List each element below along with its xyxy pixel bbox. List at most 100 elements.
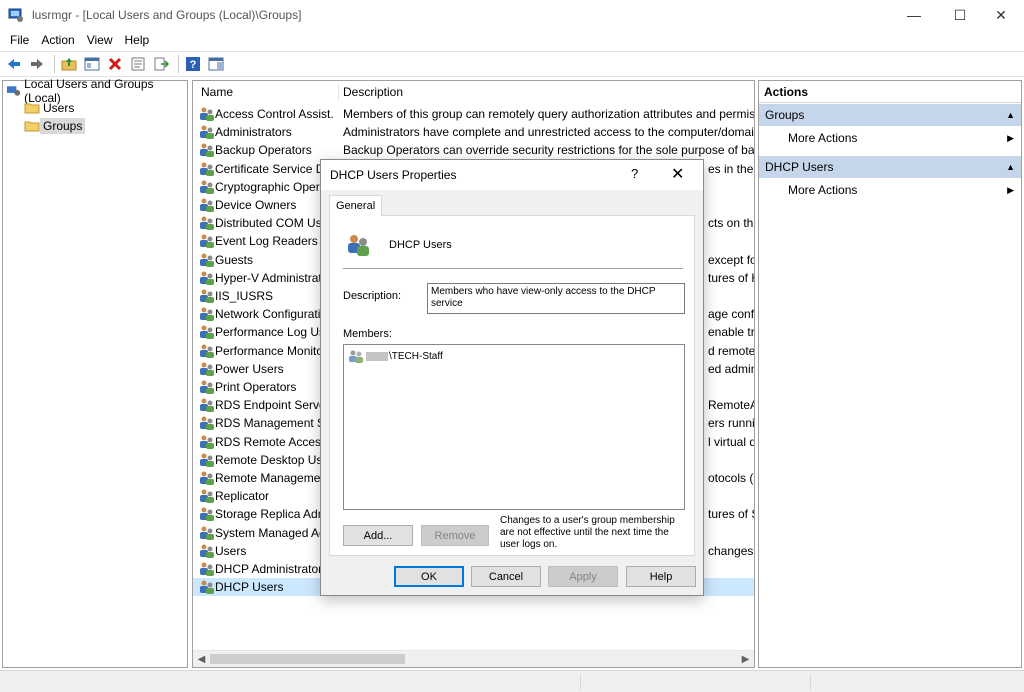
tree-root[interactable]: Local Users and Groups (Local) [6, 77, 187, 105]
dialog-help-button[interactable]: ? [631, 166, 638, 181]
menu-action[interactable]: Action [35, 33, 80, 47]
column-description-header[interactable]: Description [343, 85, 403, 99]
group-icon [200, 507, 214, 522]
row-name: Print Operators [215, 380, 297, 394]
members-label: Members: [343, 328, 392, 340]
horizontal-scrollbar[interactable]: ◀ ▶ [193, 650, 754, 667]
group-icon [200, 544, 214, 558]
group-icon [200, 453, 214, 467]
back-button[interactable] [4, 54, 24, 74]
more-actions-dhcp-users[interactable]: More Actions ▶ [759, 180, 1021, 200]
forward-button[interactable] [27, 54, 47, 74]
close-button[interactable]: ✕ [978, 0, 1024, 30]
table-row[interactable]: Backup Operators Backup Operators can ove… [193, 141, 754, 159]
group-icon [200, 562, 214, 576]
row-description: tures of St [708, 507, 754, 522]
folder-icon [24, 103, 40, 114]
properties-button[interactable] [128, 54, 148, 74]
scroll-left-icon[interactable]: ◀ [193, 651, 210, 667]
group-icon [200, 125, 214, 140]
apply-button[interactable]: Apply [548, 566, 618, 587]
export-list-button[interactable] [151, 54, 171, 74]
row-name: RDS Management Ser [215, 416, 333, 431]
table-row[interactable]: Administrators Administrators have comple… [193, 123, 754, 141]
tree-item-users[interactable]: Users [24, 99, 77, 117]
row-description: Administrators have complete and unrestr… [343, 125, 754, 140]
tree-item-groups[interactable]: Groups [24, 117, 86, 135]
up-one-level-button[interactable] [59, 54, 79, 74]
collapse-caret-icon[interactable]: ▲ [1006, 104, 1015, 126]
collapse-caret-icon[interactable]: ▲ [1006, 156, 1015, 178]
group-icon [200, 162, 214, 176]
dialog-close-button[interactable]: ✕ [671, 164, 684, 184]
group-icon [200, 471, 214, 485]
row-name: Guests [215, 252, 254, 267]
remove-button[interactable]: Remove [421, 525, 489, 546]
group-icon [200, 526, 214, 540]
ok-button[interactable]: OK [394, 566, 464, 587]
svg-text:?: ? [190, 59, 197, 71]
actions-section-dhcp-users[interactable]: DHCP Users ▲ [759, 156, 1021, 178]
row-name: IIS_IUSRS [215, 289, 274, 303]
menu-file[interactable]: File [4, 33, 35, 47]
group-icon [200, 380, 214, 394]
row-name: Access Control Assist... [215, 107, 333, 121]
row-description: ers runnir [708, 416, 754, 431]
row-name: Certificate Service DC [215, 161, 333, 176]
row-description: Members of this group can remotely query… [343, 107, 754, 121]
members-list[interactable]: \TECH-Staff [343, 344, 685, 510]
description-label: Description: [343, 290, 402, 302]
row-name: Network Configuratio [215, 307, 328, 322]
status-divider [810, 674, 811, 690]
description-field[interactable]: Members who have view-only access to the… [427, 283, 685, 314]
scroll-right-icon[interactable]: ▶ [737, 651, 754, 667]
group-icon [200, 325, 214, 340]
status-bar [0, 670, 1024, 692]
row-name: Hyper-V Administrato [215, 270, 329, 285]
menu-view[interactable]: View [81, 33, 119, 47]
row-name: Storage Replica Adm [215, 507, 328, 522]
show-hide-tree-icon [84, 57, 100, 71]
minimize-button[interactable]: — [891, 0, 937, 30]
delete-button[interactable] [105, 54, 125, 74]
maximize-button[interactable]: ☐ [937, 0, 983, 30]
table-row[interactable]: Access Control Assist... Members of this … [193, 105, 754, 123]
more-actions-groups[interactable]: More Actions ▶ [759, 128, 1021, 148]
dialog-title-bar: DHCP Users Properties ? ✕ [321, 160, 703, 190]
group-icon [200, 344, 214, 358]
tab-general[interactable]: General [329, 195, 383, 216]
group-icon [200, 198, 214, 212]
add-button[interactable]: Add... [343, 525, 413, 546]
member-item[interactable]: \TECH-Staff [348, 349, 443, 363]
menu-help[interactable]: Help [119, 33, 156, 47]
membership-note: Changes to a user's group membership are… [500, 515, 675, 550]
properties-dialog: DHCP Users Properties ? ✕ General DHCP U… [320, 159, 704, 596]
group-icon [200, 234, 214, 249]
row-description: cts on this [708, 216, 754, 231]
actions-section-groups[interactable]: Groups ▲ [759, 104, 1021, 126]
group-icon [200, 307, 214, 322]
scrollbar-thumb[interactable] [210, 654, 405, 664]
help-button[interactable]: ? [183, 54, 203, 74]
cancel-button[interactable]: Cancel [471, 566, 541, 587]
column-name-header[interactable]: Name [201, 85, 233, 99]
column-divider[interactable] [338, 83, 339, 101]
submenu-arrow-icon: ▶ [1007, 133, 1014, 143]
row-name: Distributed COM User [215, 216, 333, 231]
toolbar-separator [178, 55, 179, 73]
row-name: RDS Remote Access S [215, 434, 333, 449]
row-name: Users [215, 543, 247, 558]
help-icon: ? [186, 57, 200, 71]
row-name: Replicator [215, 489, 270, 504]
action-pane-button[interactable] [206, 54, 226, 74]
row-description: l virtual d [708, 434, 754, 449]
folder-icon [24, 121, 40, 132]
group-icon [200, 398, 214, 413]
up-folder-icon [61, 58, 77, 71]
group-icon [200, 180, 214, 194]
group-icon [200, 216, 214, 231]
actions-pane: Actions Groups ▲ More Actions ▶ DHCP Use… [758, 80, 1022, 668]
help-dialog-button[interactable]: Help [626, 566, 696, 587]
group-icon [200, 416, 214, 431]
show-hide-tree-button[interactable] [82, 54, 102, 74]
